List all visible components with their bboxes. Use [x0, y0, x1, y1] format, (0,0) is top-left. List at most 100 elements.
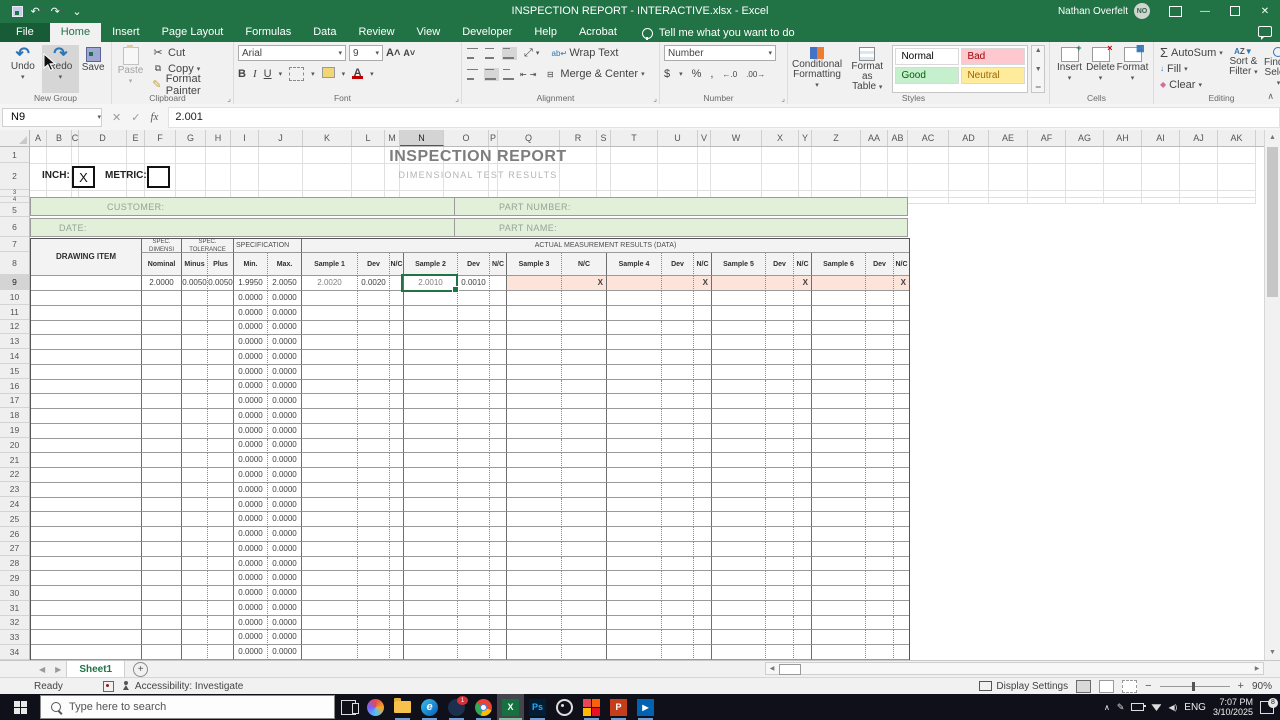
- cell-s2[interactable]: [403, 305, 457, 321]
- cell-dev1-row9[interactable]: 0.0020: [357, 276, 389, 291]
- edge-icon[interactable]: e: [416, 694, 443, 720]
- row-header-18[interactable]: 18: [0, 408, 29, 424]
- cell-minus[interactable]: [181, 468, 207, 483]
- cell-s4[interactable]: [606, 335, 661, 351]
- cell-plus[interactable]: [207, 600, 233, 616]
- cell-dev6[interactable]: [865, 482, 893, 498]
- cell-s1[interactable]: [301, 320, 357, 336]
- cell-s3[interactable]: [506, 615, 561, 631]
- cell-dev1[interactable]: [357, 350, 389, 365]
- cell-nc2[interactable]: [489, 394, 506, 410]
- cell-s6[interactable]: [811, 586, 865, 601]
- cell-s6[interactable]: [811, 482, 865, 498]
- cell-s1[interactable]: [301, 556, 357, 572]
- cell-s3[interactable]: [506, 600, 561, 616]
- cell-dev5[interactable]: [765, 423, 793, 439]
- cell-item[interactable]: [31, 542, 141, 557]
- cell-dev2[interactable]: [457, 394, 489, 410]
- cell-minus[interactable]: [181, 497, 207, 513]
- cell-nc6[interactable]: [893, 600, 909, 616]
- cell-dev2[interactable]: [457, 512, 489, 528]
- cell-min-row9[interactable]: 1.9950: [233, 276, 267, 291]
- cell-minus[interactable]: [181, 364, 207, 380]
- cell-plus[interactable]: [207, 350, 233, 365]
- tab-home[interactable]: Home: [49, 23, 102, 42]
- cell-nc5[interactable]: [793, 497, 811, 513]
- conditional-formatting-button[interactable]: Conditional Formatting ▾: [792, 45, 842, 93]
- row-header-34[interactable]: 34: [0, 645, 29, 660]
- cell-dev6[interactable]: [865, 571, 893, 587]
- cell-s4[interactable]: [606, 364, 661, 380]
- cell-nc6[interactable]: [893, 335, 909, 351]
- cell-dev6[interactable]: [865, 364, 893, 380]
- tab-help[interactable]: Help: [523, 23, 568, 42]
- cell-s5[interactable]: [711, 291, 765, 306]
- cell-nc3[interactable]: [561, 615, 606, 631]
- cell-nc1[interactable]: [389, 630, 403, 646]
- column-header-M[interactable]: M: [385, 130, 400, 146]
- cell-dev5[interactable]: [765, 438, 793, 454]
- cell-dev1[interactable]: [357, 423, 389, 439]
- cell-s1[interactable]: [301, 571, 357, 587]
- cell-nominal[interactable]: [141, 409, 181, 424]
- cell-dev5[interactable]: [765, 571, 793, 587]
- row-header-16[interactable]: 16: [0, 379, 29, 394]
- prev-sheet-icon[interactable]: ◀: [34, 665, 50, 674]
- cell-plus[interactable]: [207, 586, 233, 601]
- cell-s2[interactable]: [403, 527, 457, 542]
- cell-nc2[interactable]: [489, 468, 506, 483]
- row-header-17[interactable]: 17: [0, 394, 29, 409]
- cell-s6[interactable]: [811, 335, 865, 351]
- cell-nc4[interactable]: [693, 423, 711, 439]
- cell-nc4[interactable]: [693, 305, 711, 321]
- cell-dev6[interactable]: [865, 423, 893, 439]
- cell-dev6[interactable]: [865, 335, 893, 351]
- cell-item[interactable]: [31, 483, 141, 498]
- cell-dev4-row9[interactable]: [661, 276, 693, 291]
- cell-nc6[interactable]: [893, 556, 909, 572]
- cell-dev1[interactable]: [357, 438, 389, 454]
- insert-cells-button[interactable]: + Insert ▾: [1054, 43, 1085, 93]
- cell-item[interactable]: [31, 468, 141, 483]
- cell-nc4[interactable]: [693, 541, 711, 557]
- align-center-icon[interactable]: [484, 67, 499, 81]
- cell-s3[interactable]: [506, 527, 561, 542]
- cell-s5[interactable]: [711, 541, 765, 557]
- cell-nc5[interactable]: [793, 556, 811, 572]
- cell-s1[interactable]: [301, 409, 357, 424]
- cell-nc2[interactable]: [489, 556, 506, 572]
- cell-s1[interactable]: [301, 453, 357, 469]
- cell-dev6[interactable]: [865, 350, 893, 365]
- cell-nc2[interactable]: [489, 512, 506, 528]
- tray-expand-icon[interactable]: ∧: [1104, 703, 1110, 712]
- cell-dev6[interactable]: [865, 305, 893, 321]
- cell-nc1[interactable]: [389, 305, 403, 321]
- cell-s2[interactable]: [403, 600, 457, 616]
- cell-s6-row9[interactable]: [811, 276, 865, 291]
- save-icon[interactable]: [8, 3, 26, 19]
- inch-checkbox[interactable]: X: [72, 166, 95, 188]
- merge-center-button[interactable]: ⊟ Merge & Center ▾: [541, 67, 646, 82]
- cell-dev4[interactable]: [661, 645, 693, 660]
- cell-nc4[interactable]: [693, 630, 711, 646]
- cell-item[interactable]: [31, 498, 141, 513]
- cell-s6[interactable]: [811, 394, 865, 410]
- cell-dev6[interactable]: [865, 394, 893, 410]
- cell-max[interactable]: 0.0000: [267, 615, 301, 631]
- cell-item[interactable]: [31, 630, 141, 646]
- cell-dev5[interactable]: [765, 320, 793, 336]
- cell-dev1[interactable]: [357, 615, 389, 631]
- cell-dev6[interactable]: [865, 527, 893, 542]
- cell-nc3[interactable]: [561, 571, 606, 587]
- cell-s6[interactable]: [811, 379, 865, 395]
- cell-min[interactable]: 0.0000: [233, 379, 267, 395]
- cell-nominal[interactable]: [141, 600, 181, 616]
- clear-button[interactable]: ◆ Clear ▾: [1158, 77, 1225, 92]
- cell-dev6[interactable]: [865, 512, 893, 528]
- autosum-button[interactable]: Σ AutoSum ▾: [1158, 45, 1225, 60]
- comments-icon[interactable]: [1258, 26, 1272, 40]
- cell-nc1[interactable]: [389, 541, 403, 557]
- cell-dev1[interactable]: [357, 630, 389, 646]
- cell-nc3[interactable]: [561, 527, 606, 542]
- cell-plus[interactable]: [207, 453, 233, 469]
